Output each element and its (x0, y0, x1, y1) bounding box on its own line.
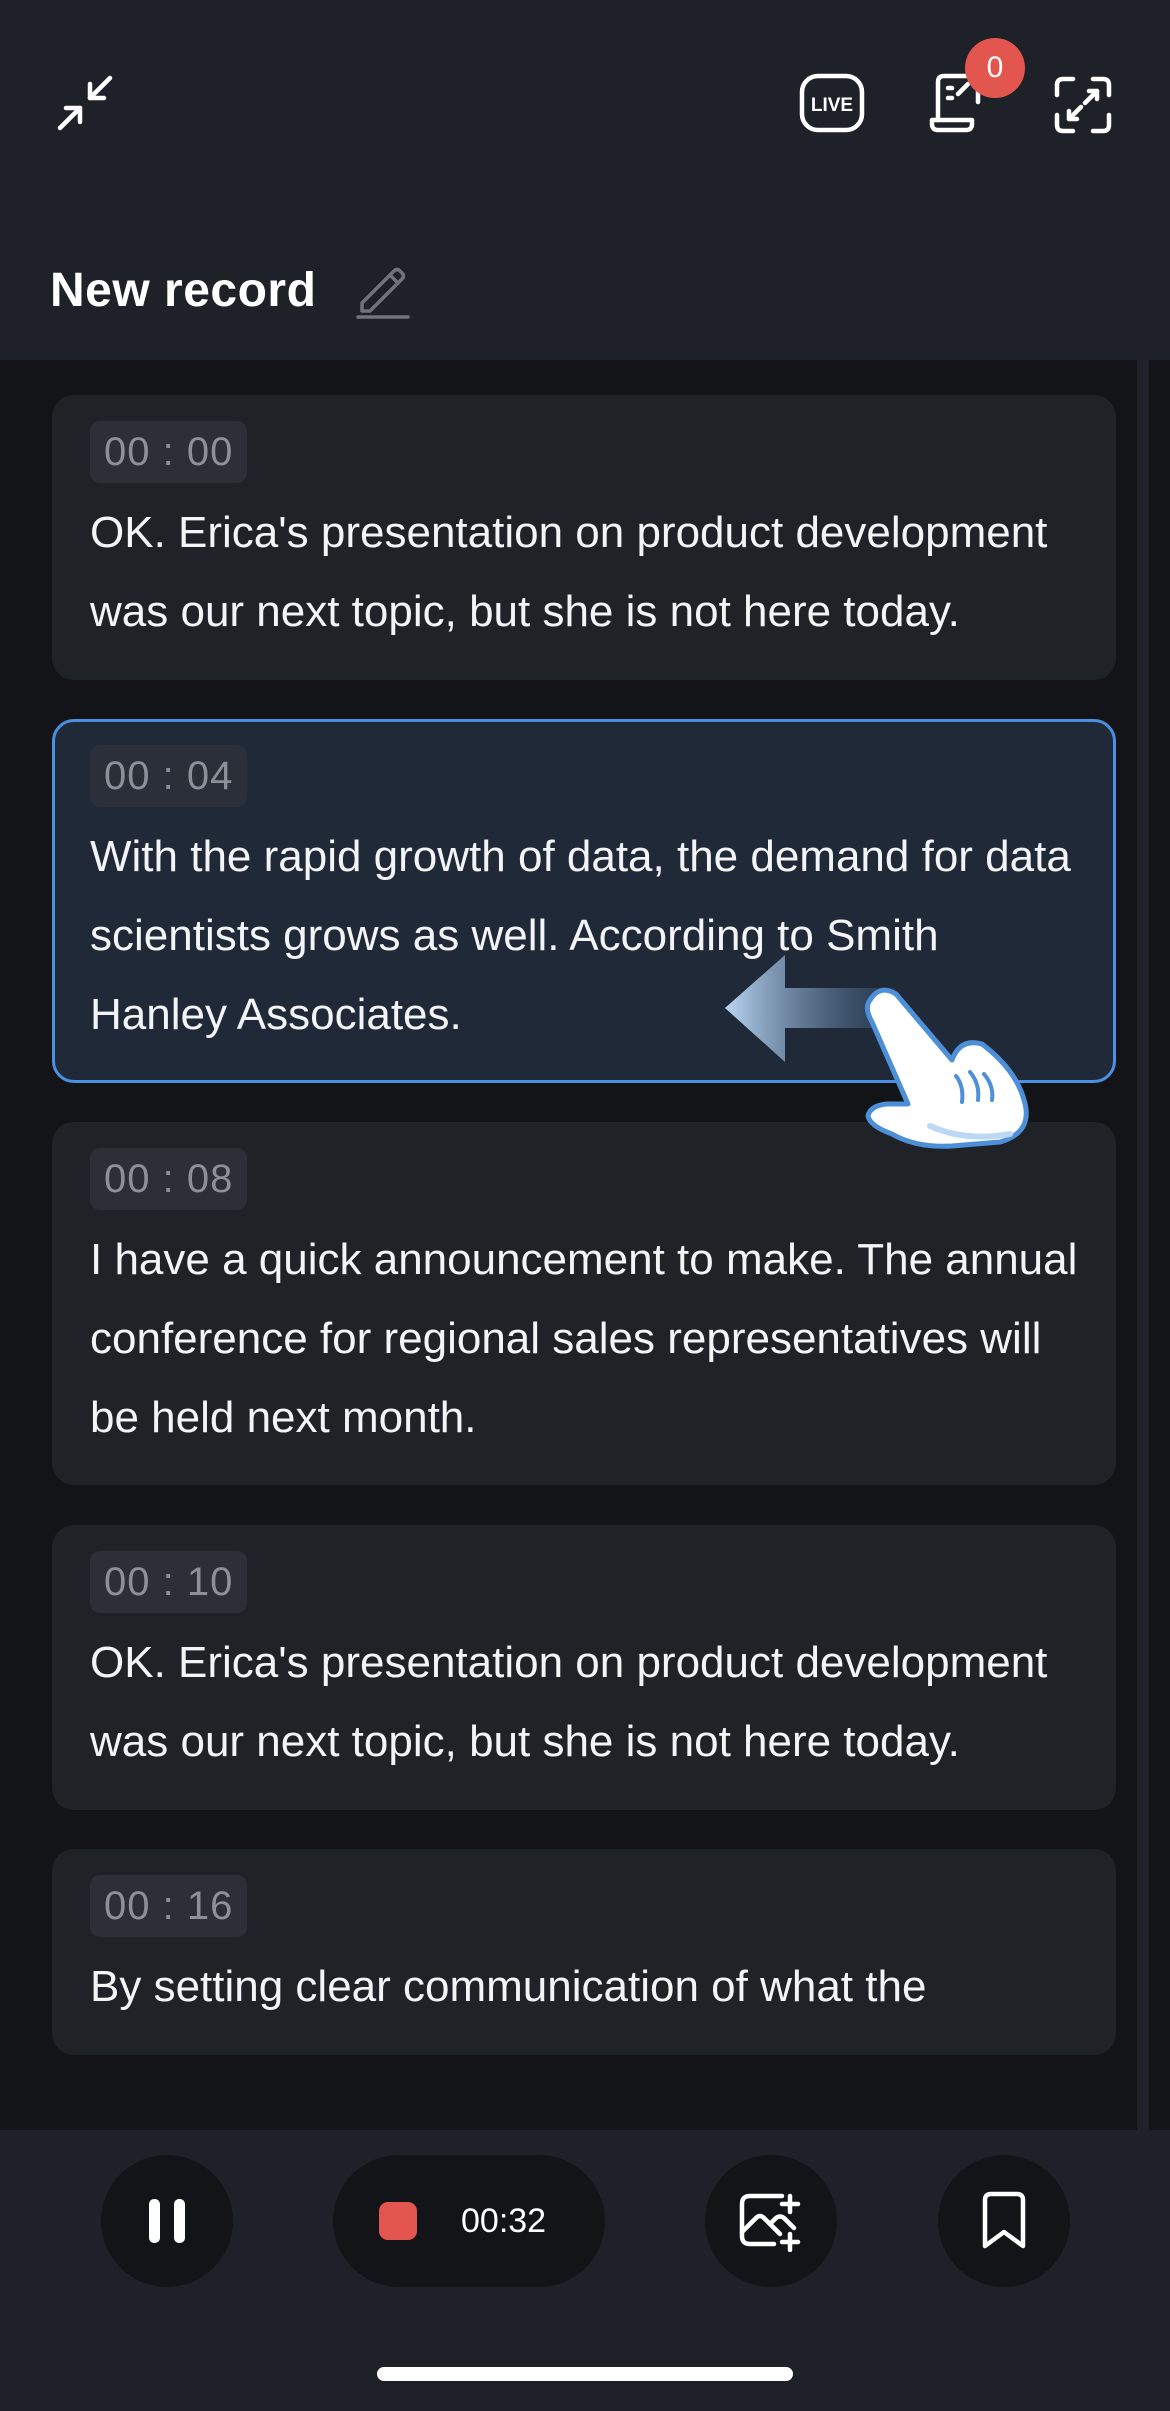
timestamp: 00 : 08 (90, 1148, 248, 1210)
transcript-list[interactable]: 00 : 00 OK. Erica's presentation on prod… (0, 360, 1170, 2130)
add-image-button[interactable] (705, 2155, 837, 2287)
timestamp: 00 : 16 (90, 1875, 248, 1937)
transcript-text: By setting clear communication of what t… (90, 1962, 927, 2011)
pencil-icon (356, 267, 411, 319)
bookmark-icon (982, 2191, 1026, 2249)
transcript-item-selected[interactable]: 00 : 04 With the rapid growth of data, t… (52, 719, 1116, 1083)
pause-button[interactable] (101, 2155, 233, 2287)
timestamp: 00 : 10 (90, 1551, 248, 1613)
timestamp: 00 : 04 (90, 745, 248, 807)
expand-button[interactable] (1050, 72, 1116, 138)
timestamp: 00 : 00 (90, 421, 248, 483)
collapse-arrows-icon (57, 75, 113, 131)
page-title: New record (50, 263, 317, 317)
stop-record-button[interactable]: 00:32 (333, 2155, 605, 2287)
transcript-item[interactable]: 00 : 08 I have a quick announcement to m… (52, 1122, 1116, 1485)
image-add-icon (739, 2193, 801, 2252)
transcript-text: OK. Erica's presentation on product deve… (90, 508, 1048, 636)
notification-badge: 0 (965, 38, 1025, 98)
transcript-item[interactable]: 00 : 00 OK. Erica's presentation on prod… (52, 395, 1116, 680)
live-button[interactable]: LIVE (798, 72, 866, 134)
transcript-text: I have a quick announcement to make. The… (90, 1235, 1078, 1442)
live-label: LIVE (811, 95, 853, 116)
home-indicator[interactable] (377, 2367, 793, 2381)
transcript-text: OK. Erica's presentation on product deve… (90, 1638, 1048, 1766)
collapse-button[interactable] (50, 68, 120, 138)
transcript-text: With the rapid growth of data, the deman… (90, 832, 1071, 1039)
pause-icon (149, 2199, 185, 2243)
record-timer: 00:32 (461, 2202, 547, 2240)
expand-arrows-icon (1054, 76, 1112, 134)
transcript-item[interactable]: 00 : 16 By setting clear communication o… (52, 1849, 1116, 2055)
title-row: New record (50, 255, 412, 325)
transcript-item[interactable]: 00 : 10 OK. Erica's presentation on prod… (52, 1525, 1116, 1810)
bookmark-button[interactable] (938, 2155, 1070, 2287)
top-bar: LIVE 0 New record (0, 0, 1170, 360)
rename-button[interactable] (354, 261, 412, 319)
stop-icon (379, 2202, 417, 2240)
scrollbar[interactable] (1137, 360, 1149, 2130)
live-icon: LIVE (799, 73, 865, 133)
